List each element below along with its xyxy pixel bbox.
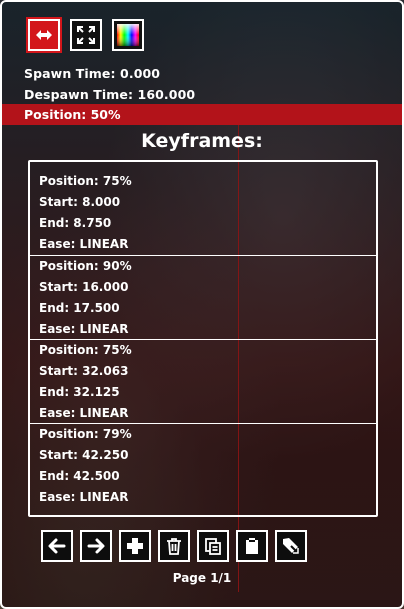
select-button[interactable]	[275, 530, 307, 562]
paste-button[interactable]	[236, 530, 268, 562]
action-toolbar	[41, 530, 307, 562]
keyframe-position: Position: 75%	[39, 174, 132, 188]
color-button[interactable]	[112, 19, 144, 51]
keyframe-item-4[interactable]: Position: 79% Start: 42.250 End: 42.500 …	[30, 423, 376, 507]
delete-keyframe-button[interactable]	[158, 530, 190, 562]
keyframe-start: Start: 16.000	[39, 280, 129, 294]
mirror-toggle-button[interactable]	[26, 17, 62, 53]
arrow-left-icon	[48, 538, 66, 554]
keyframe-item-2[interactable]: Position: 90% Start: 16.000 End: 17.500 …	[30, 255, 376, 339]
keyframe-item-1[interactable]: Position: 75% Start: 8.000 End: 8.750 Ea…	[30, 171, 376, 255]
expand-button[interactable]	[70, 19, 102, 51]
arrow-right-icon	[87, 538, 105, 554]
keyframe-editor-panel: Spawn Time: 0.000 Despawn Time: 160.000 …	[0, 0, 404, 609]
position-label: Position: 50%	[24, 107, 121, 122]
despawn-time-label: Despawn Time: 160.000	[24, 87, 196, 102]
previous-button[interactable]	[41, 530, 73, 562]
spawn-time-label: Spawn Time: 0.000	[24, 66, 161, 81]
top-toolbar	[26, 17, 144, 53]
expand-icon	[77, 26, 95, 44]
paste-icon	[246, 538, 258, 554]
keyframe-ease: Ease: LINEAR	[39, 322, 129, 336]
pointer-icon	[283, 538, 299, 554]
keyframe-item-3[interactable]: Position: 75% Start: 32.063 End: 32.125 …	[30, 339, 376, 423]
keyframe-end: End: 17.500	[39, 301, 120, 315]
copy-icon	[205, 538, 221, 555]
keyframe-end: End: 8.750	[39, 216, 112, 230]
keyframe-position: Position: 75%	[39, 343, 132, 357]
keyframe-end: End: 42.500	[39, 469, 120, 483]
keyframe-ease: Ease: LINEAR	[39, 237, 129, 251]
keyframe-start: Start: 8.000	[39, 195, 121, 209]
keyframe-position: Position: 79%	[39, 427, 132, 441]
keyframe-start: Start: 42.250	[39, 448, 129, 462]
page-indicator: Page 1/1	[172, 571, 232, 585]
next-button[interactable]	[80, 530, 112, 562]
trash-icon	[167, 538, 181, 555]
keyframe-start: Start: 32.063	[39, 364, 129, 378]
keyframe-ease: Ease: LINEAR	[39, 406, 129, 420]
keyframe-end: End: 32.125	[39, 385, 120, 399]
keyframe-ease: Ease: LINEAR	[39, 490, 129, 504]
add-keyframe-button[interactable]	[119, 530, 151, 562]
horizontal-arrows-icon	[36, 30, 52, 40]
color-spectrum-icon	[117, 24, 139, 46]
keyframes-title: Keyframes:	[141, 130, 263, 152]
copy-button[interactable]	[197, 530, 229, 562]
keyframe-list[interactable]: Position: 75% Start: 8.000 End: 8.750 Ea…	[28, 160, 378, 517]
plus-icon	[127, 538, 143, 554]
keyframe-position: Position: 90%	[39, 259, 132, 273]
position-indicator: Position: 50%	[2, 104, 402, 125]
